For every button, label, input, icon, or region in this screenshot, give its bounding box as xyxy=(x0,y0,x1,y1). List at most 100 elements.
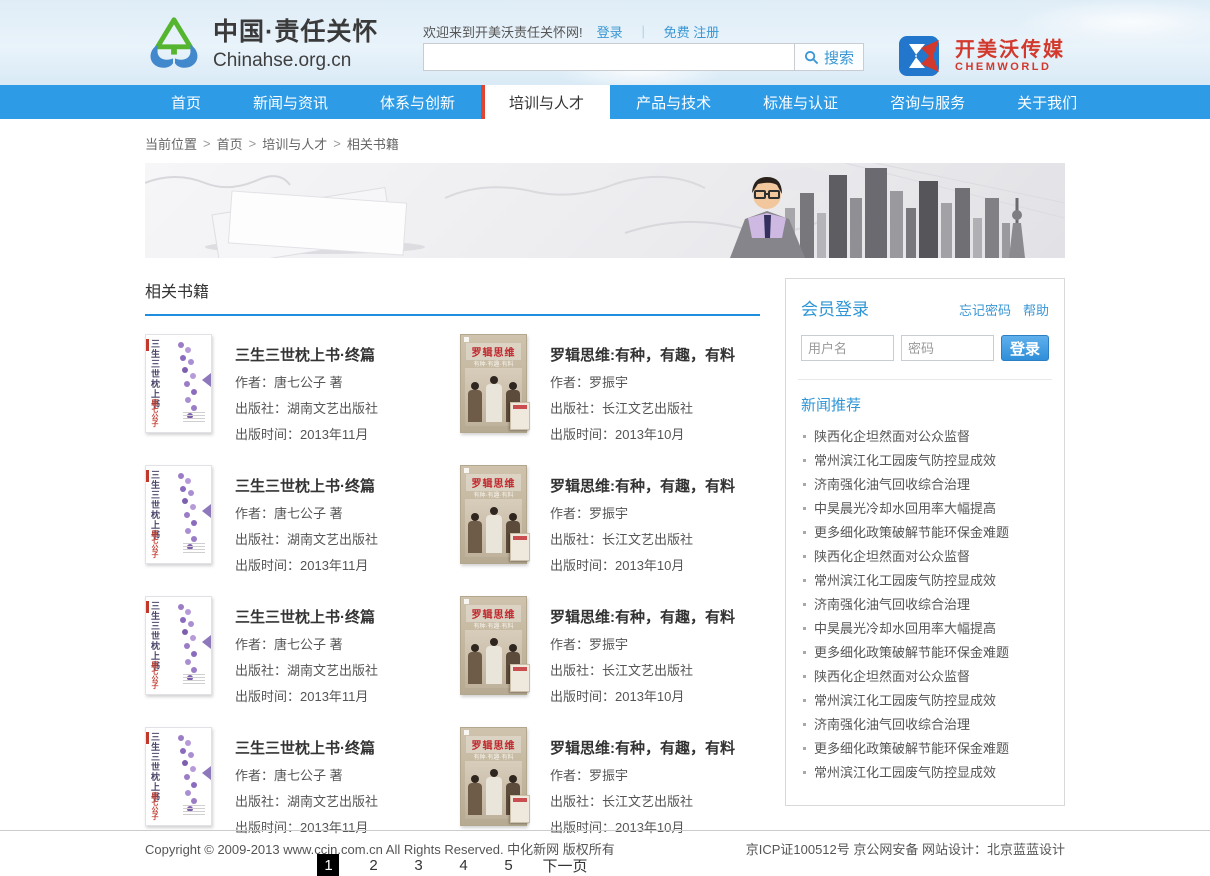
banner-art xyxy=(145,163,1065,258)
news-item[interactable]: 中昊晨光冷却水回用率大幅提高 xyxy=(801,617,1049,641)
nav-item-news[interactable]: 新闻与资讯 xyxy=(227,85,354,119)
nav-item-about[interactable]: 关于我们 xyxy=(991,85,1103,119)
news-item[interactable]: 济南强化油气回收综合治理 xyxy=(801,473,1049,497)
book-title[interactable]: 罗辑思维:有种，有趣，有料 xyxy=(550,606,735,627)
book-title[interactable]: 三生三世枕上书·终篇 xyxy=(235,475,378,496)
link-divider: ｜ xyxy=(637,22,650,41)
book-cover[interactable]: 罗辑思维 有种·有趣·有料 xyxy=(460,727,527,826)
register-link[interactable]: 免费 注册 xyxy=(664,22,720,41)
forgot-password-link[interactable]: 忘记密码 xyxy=(959,300,1011,319)
book-title[interactable]: 三生三世枕上书·终篇 xyxy=(235,344,378,365)
book-author: 作者：唐七公子 著 xyxy=(235,372,378,391)
book-cover[interactable]: 罗辑思维 有种·有趣·有料 xyxy=(460,596,527,695)
password-field[interactable] xyxy=(901,335,994,361)
cover-subtitle-text: 有种·有趣·有料 xyxy=(461,490,526,499)
section-title: 相关书籍 xyxy=(145,278,760,316)
nav-item-system[interactable]: 体系与创新 xyxy=(354,85,481,119)
help-link[interactable]: 帮助 xyxy=(1023,300,1049,319)
news-item[interactable]: 常州滨江化工园废气防控显成效 xyxy=(801,449,1049,473)
book-title[interactable]: 罗辑思维:有种，有趣，有料 xyxy=(550,737,735,758)
news-item[interactable]: 济南强化油气回收综合治理 xyxy=(801,593,1049,617)
news-item[interactable]: 陕西化企坦然面对公众监督 xyxy=(801,425,1049,449)
book-title[interactable]: 三生三世枕上书·终篇 xyxy=(235,737,378,758)
cover-subtitle-text: 有种·有趣·有料 xyxy=(461,621,526,630)
book-cover[interactable]: 三生三世枕上书 唐七公子 xyxy=(145,727,212,826)
main-nav: 首页 新闻与资讯 体系与创新 培训与人才 产品与技术 标准与认证 咨询与服务 关… xyxy=(0,85,1210,119)
news-item[interactable]: 常州滨江化工园废气防控显成效 xyxy=(801,761,1049,785)
book-publisher: 出版社：长江文艺出版社 xyxy=(550,660,735,679)
news-item[interactable]: 中昊晨光冷却水回用率大幅提高 xyxy=(801,497,1049,521)
book-item: 罗辑思维 有种·有趣·有料 罗辑思维:有种，有趣，有料 作者：罗振宇 出版社：长… xyxy=(460,465,760,574)
search-icon xyxy=(804,50,819,65)
cover-author-text: 唐七公子 xyxy=(150,530,159,558)
book-author: 作者：罗振宇 xyxy=(550,634,735,653)
book-publisher: 出版社：长江文艺出版社 xyxy=(550,791,735,810)
news-item[interactable]: 更多细化政策破解节能环保金难题 xyxy=(801,737,1049,761)
search-button[interactable]: 搜索 xyxy=(794,43,864,71)
nav-item-products[interactable]: 产品与技术 xyxy=(610,85,737,119)
site-domain: Chinahse.org.cn xyxy=(213,50,378,72)
book-author: 作者：唐七公子 著 xyxy=(235,634,378,653)
breadcrumb: 当前位置 > 首页 > 培训与人才 > 相关书籍 xyxy=(145,134,1065,153)
book-title[interactable]: 罗辑思维:有种，有趣，有料 xyxy=(550,475,735,496)
book-item: 三生三世枕上书 唐七公子 三生三世枕上书·终篇 作者：唐七公子 著 出版社：湖南… xyxy=(145,596,445,705)
cover-fineprint-art xyxy=(183,412,205,424)
site-title: 中国·责任关怀 xyxy=(213,12,378,48)
header: 中国·责任关怀 Chinahse.org.cn 欢迎来到开美沃责任关怀网! 登录… xyxy=(0,0,1210,85)
book-title[interactable]: 三生三世枕上书·终篇 xyxy=(235,606,378,627)
username-field[interactable] xyxy=(801,335,894,361)
icp-text: 京ICP证100512号 京公网安备 网站设计：北京蓝蓝设计 xyxy=(746,839,1065,858)
publisher-mark xyxy=(464,337,469,342)
book-item: 罗辑思维 有种·有趣·有料 罗辑思维:有种，有趣，有料 作者：罗振宇 出版社：长… xyxy=(460,334,760,443)
nav-item-home[interactable]: 首页 xyxy=(145,85,227,119)
welcome-text: 欢迎来到开美沃责任关怀网! xyxy=(423,22,583,41)
news-item[interactable]: 更多细化政策破解节能环保金难题 xyxy=(801,641,1049,665)
recycle-tree-hands-icon xyxy=(145,13,203,71)
cover-title-text: 罗辑思维 xyxy=(466,736,521,753)
book-cover[interactable]: 三生三世枕上书 唐七公子 xyxy=(145,465,212,564)
news-section-title: 新闻推荐 xyxy=(801,394,1049,415)
news-item[interactable]: 济南强化油气回收综合治理 xyxy=(801,713,1049,737)
wisteria-flowers-art xyxy=(178,473,184,479)
login-form: 登录 xyxy=(801,335,1049,361)
book-item: 三生三世枕上书 唐七公子 三生三世枕上书·终篇 作者：唐七公子 著 出版社：湖南… xyxy=(145,334,445,443)
news-item[interactable]: 更多细化政策破解节能环保金难题 xyxy=(801,521,1049,545)
news-item[interactable]: 陕西化企坦然面对公众监督 xyxy=(801,665,1049,689)
site-logo[interactable]: 中国·责任关怀 Chinahse.org.cn xyxy=(145,12,378,72)
cover-title-text: 罗辑思维 xyxy=(466,605,521,622)
book-publisher: 出版社：长江文艺出版社 xyxy=(550,398,735,417)
book-publisher: 出版社：湖南文艺出版社 xyxy=(235,529,378,548)
nav-item-standards[interactable]: 标准与认证 xyxy=(737,85,864,119)
login-button[interactable]: 登录 xyxy=(1001,335,1049,361)
partner-name-en: CHEMWORLD xyxy=(955,62,1065,73)
nav-item-consulting[interactable]: 咨询与服务 xyxy=(864,85,991,119)
news-item[interactable]: 陕西化企坦然面对公众监督 xyxy=(801,545,1049,569)
book-author: 作者：罗振宇 xyxy=(550,503,735,522)
breadcrumb-home[interactable]: 首页 xyxy=(217,134,243,153)
news-item[interactable]: 常州滨江化工园废气防控显成效 xyxy=(801,689,1049,713)
book-publisher: 出版社：湖南文艺出版社 xyxy=(235,660,378,679)
book-cover[interactable]: 三生三世枕上书 唐七公子 xyxy=(145,334,212,433)
book-cover[interactable]: 三生三世枕上书 唐七公子 xyxy=(145,596,212,695)
login-link[interactable]: 登录 xyxy=(597,22,623,41)
cover-author-text: 唐七公子 xyxy=(150,399,159,427)
search-input[interactable] xyxy=(423,43,795,71)
cover-author-text: 唐七公子 xyxy=(150,661,159,689)
partner-logo[interactable]: 开美沃传媒 CHEMWORLD xyxy=(899,36,1065,76)
sidebar-divider xyxy=(798,379,1052,380)
breadcrumb-training[interactable]: 培训与人才 xyxy=(262,134,327,153)
book-date: 出版时间：2013年10月 xyxy=(550,424,735,443)
book-item: 三生三世枕上书 唐七公子 三生三世枕上书·终篇 作者：唐七公子 著 出版社：湖南… xyxy=(145,465,445,574)
book-author: 作者：罗振宇 xyxy=(550,372,735,391)
copyright-text: Copyright © 2009-2013 www.ccin.com.cn Al… xyxy=(145,839,615,858)
book-cover[interactable]: 罗辑思维 有种·有趣·有料 xyxy=(460,465,527,564)
book-title[interactable]: 罗辑思维:有种，有趣，有料 xyxy=(550,344,735,365)
wisteria-flowers-art xyxy=(178,604,184,610)
book-publisher: 出版社：湖南文艺出版社 xyxy=(235,791,378,810)
book-item: 罗辑思维 有种·有趣·有料 罗辑思维:有种，有趣，有料 作者：罗振宇 出版社：长… xyxy=(460,596,760,705)
nav-item-training[interactable]: 培训与人才 xyxy=(481,85,610,119)
news-item[interactable]: 常州滨江化工园废气防控显成效 xyxy=(801,569,1049,593)
book-cover[interactable]: 罗辑思维 有种·有趣·有料 xyxy=(460,334,527,433)
member-login-title: 会员登录 xyxy=(801,295,869,320)
news-list: 陕西化企坦然面对公众监督 常州滨江化工园废气防控显成效 济南强化油气回收综合治理… xyxy=(801,425,1049,785)
